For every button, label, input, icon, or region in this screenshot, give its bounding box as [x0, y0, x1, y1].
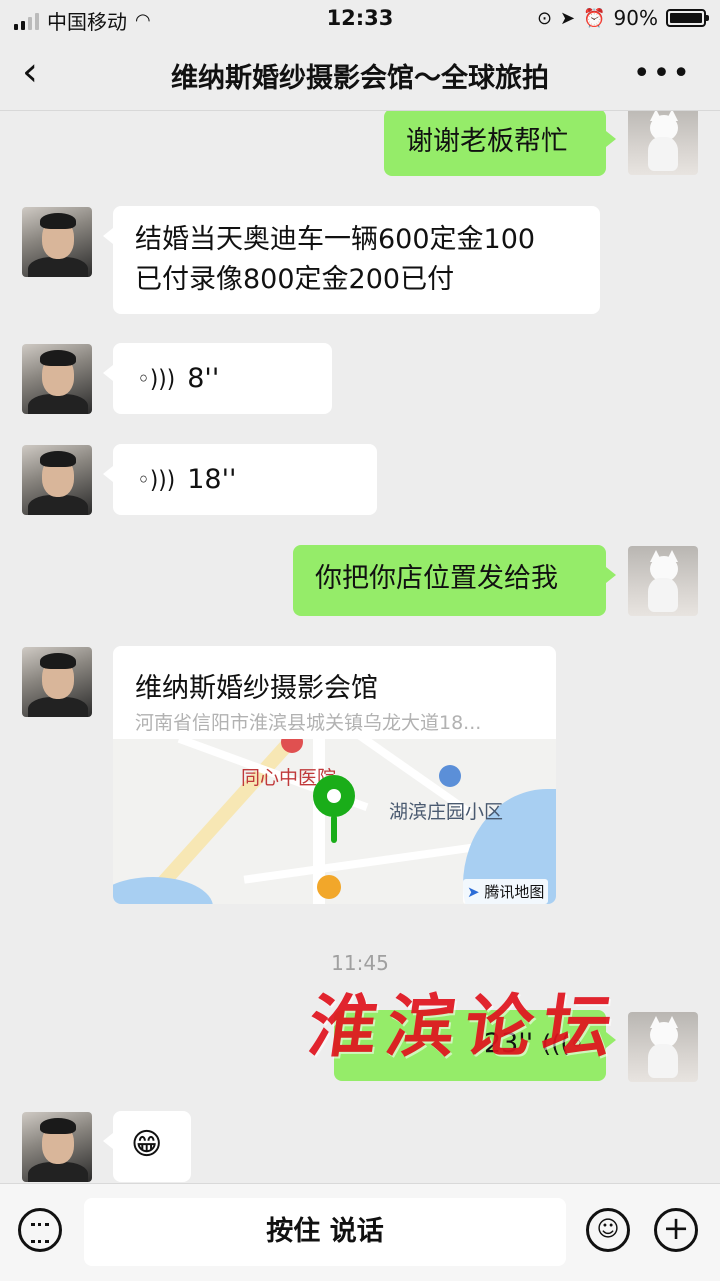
- emoji-message[interactable]: 😁: [103, 1111, 191, 1182]
- map-label-community: 湖滨庄园小区: [389, 801, 504, 823]
- location-arrow-icon: ➤: [560, 7, 576, 29]
- rotation-lock-icon: ⊙: [536, 7, 553, 29]
- map-pin-stem: [331, 815, 337, 843]
- message-text: 你把你店位置发给我: [315, 563, 558, 594]
- message-text-line: 已付录像800定金200已付: [135, 264, 455, 295]
- avatar-contact[interactable]: [22, 1112, 92, 1182]
- input-bar: 按住 说话 ☺ +: [0, 1183, 720, 1281]
- voice-wave-icon: ◦))): [137, 465, 176, 494]
- voice-duration: 18'': [187, 463, 237, 495]
- message-text-line: 结婚当天奥迪车一辆600定金100: [135, 224, 536, 255]
- map-provider: ➤ 腾讯地图: [463, 879, 549, 904]
- chat-title: 维纳斯婚纱摄影会馆～全球旅拍: [171, 63, 549, 94]
- avatar-contact[interactable]: [22, 647, 92, 717]
- chat-header: ‹ 维纳斯婚纱摄影会馆～全球旅拍 •••: [0, 38, 720, 111]
- map-provider-label: 腾讯地图: [484, 883, 545, 901]
- message-bubble-outgoing[interactable]: 谢谢老板帮忙: [384, 111, 616, 176]
- avatar-contact[interactable]: [22, 344, 92, 414]
- avatar-contact[interactable]: [22, 207, 92, 277]
- voice-wave-icon: ◦))): [137, 364, 176, 393]
- keyboard-icon[interactable]: [18, 1208, 62, 1252]
- message-bubble-incoming[interactable]: 结婚当天奥迪车一辆600定金100 已付录像800定金200已付: [103, 206, 600, 314]
- location-card[interactable]: 维纳斯婚纱摄影会馆 河南省信阳市淮滨县城关镇乌龙大道18... 同心中医院 湖滨…: [113, 646, 556, 904]
- grin-emoji: 😁: [131, 1127, 163, 1162]
- avatar-contact[interactable]: [22, 445, 92, 515]
- watermark: 淮滨论坛: [303, 987, 627, 1067]
- message-text: 谢谢老板帮忙: [406, 126, 568, 157]
- message-bubble-outgoing[interactable]: 你把你店位置发给我: [293, 545, 616, 616]
- avatar-self[interactable]: [628, 546, 698, 616]
- home-icon: [439, 765, 461, 787]
- scenic-icon: [317, 875, 341, 899]
- message-list[interactable]: 谢谢老板帮忙 结婚当天奥迪车一辆600定金100 已付录像800定金200已付 …: [0, 111, 720, 1183]
- alarm-icon: ⏰: [583, 7, 606, 29]
- avatar-self[interactable]: [628, 111, 698, 175]
- voice-message[interactable]: ◦))) 18'': [103, 444, 377, 515]
- status-bar: 中国移动 ◠ 12:33 ⊙ ➤ ⏰ 90%: [0, 0, 720, 38]
- map-preview[interactable]: 同心中医院 湖滨庄园小区 ➤ 腾讯地图: [113, 739, 556, 904]
- plus-icon[interactable]: +: [654, 1208, 698, 1252]
- battery-icon: [666, 9, 709, 27]
- location-name: 维纳斯婚纱摄影会馆: [135, 673, 378, 704]
- location-address: 河南省信阳市淮滨县城关镇乌龙大道18...: [135, 712, 482, 734]
- voice-duration: 8'': [187, 362, 220, 394]
- avatar-self[interactable]: [628, 1012, 698, 1082]
- voice-message[interactable]: ◦))) 8'': [103, 343, 332, 414]
- emoji-icon[interactable]: ☺: [586, 1208, 630, 1252]
- battery-percent: 90%: [613, 6, 658, 30]
- hold-to-talk-button[interactable]: 按住 说话: [84, 1198, 566, 1266]
- more-dots-icon[interactable]: •••: [633, 56, 692, 91]
- chevron-left-icon[interactable]: ‹: [22, 52, 38, 92]
- map-pin-icon: [313, 775, 355, 817]
